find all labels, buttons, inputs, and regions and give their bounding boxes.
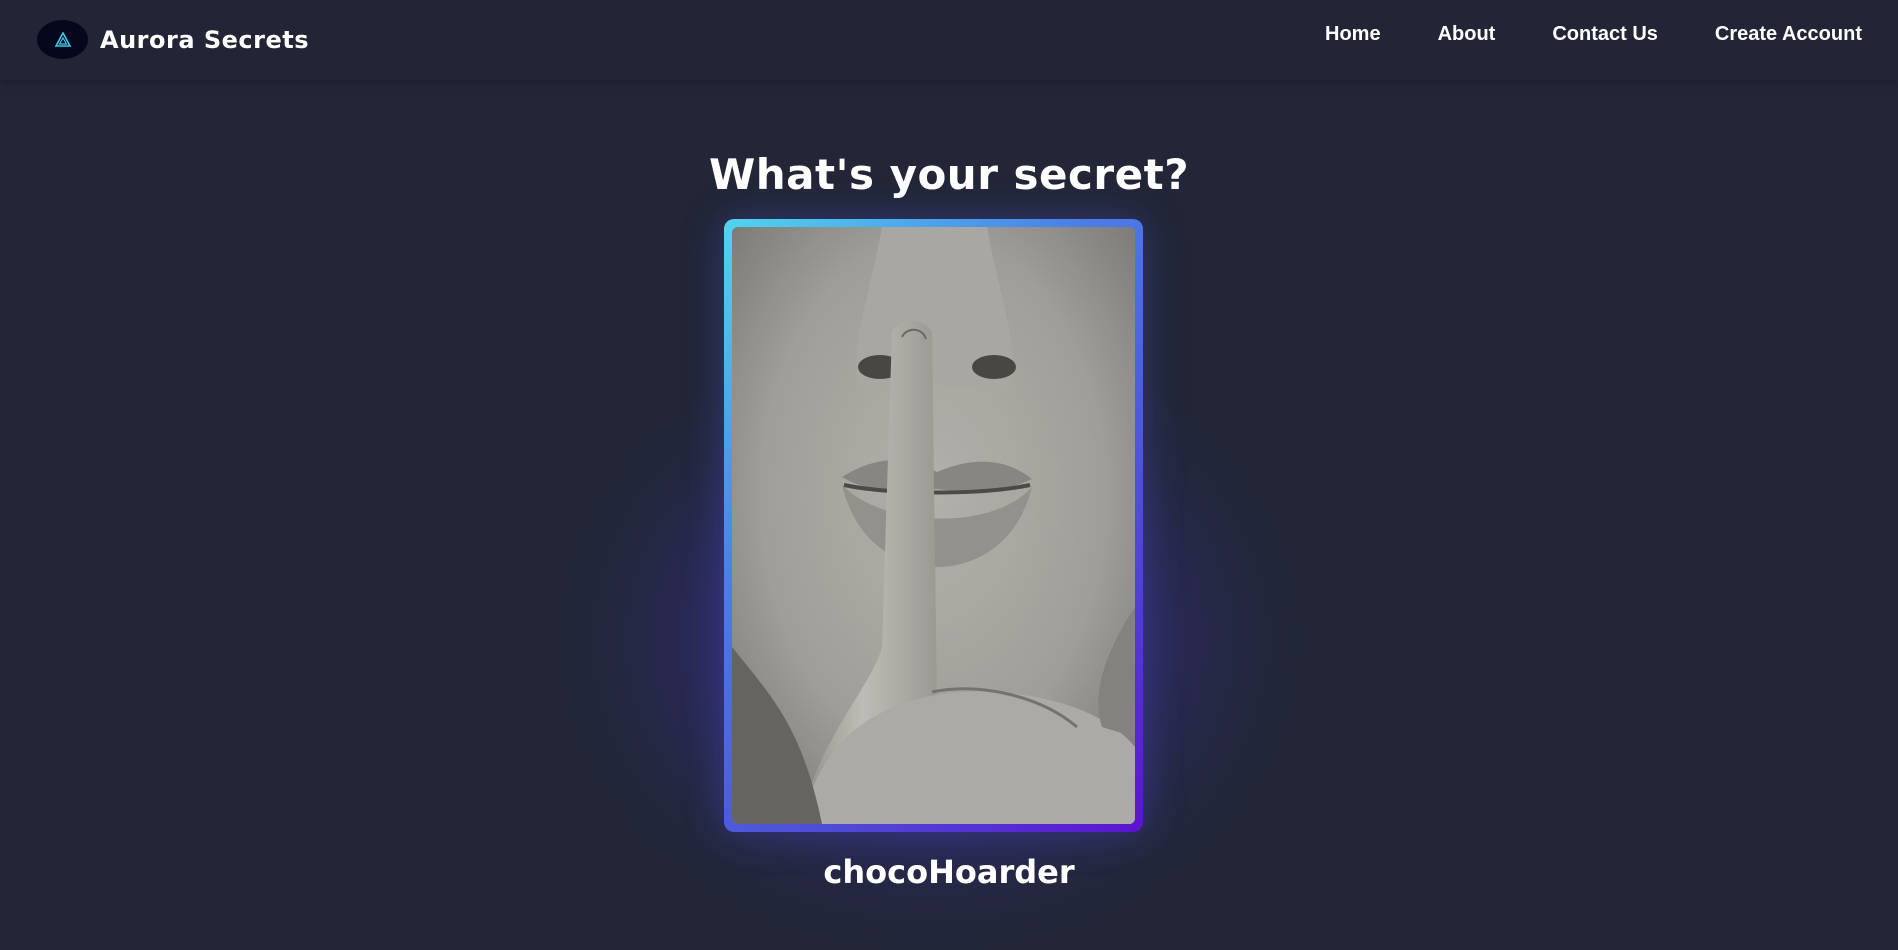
nav-about-link[interactable]: About	[1438, 23, 1496, 46]
triangle-logo-icon	[37, 20, 88, 59]
secret-card-frame	[724, 219, 1143, 832]
page-title: What's your secret?	[708, 150, 1190, 199]
nav-create-account-link[interactable]: Create Account	[1715, 23, 1862, 46]
username-label: chocoHoarder	[823, 853, 1075, 891]
brand-name: Aurora Secrets	[100, 25, 310, 54]
nav-links: Home About Contact Us Create Account	[1325, 23, 1862, 46]
nav-contact-link[interactable]: Contact Us	[1552, 23, 1658, 46]
woman-shushing-photo	[732, 227, 1135, 824]
top-navbar: Aurora Secrets Home About Contact Us Cre…	[0, 0, 1898, 80]
brand-link[interactable]: Aurora Secrets	[37, 20, 309, 59]
nav-home-link[interactable]: Home	[1325, 23, 1381, 46]
